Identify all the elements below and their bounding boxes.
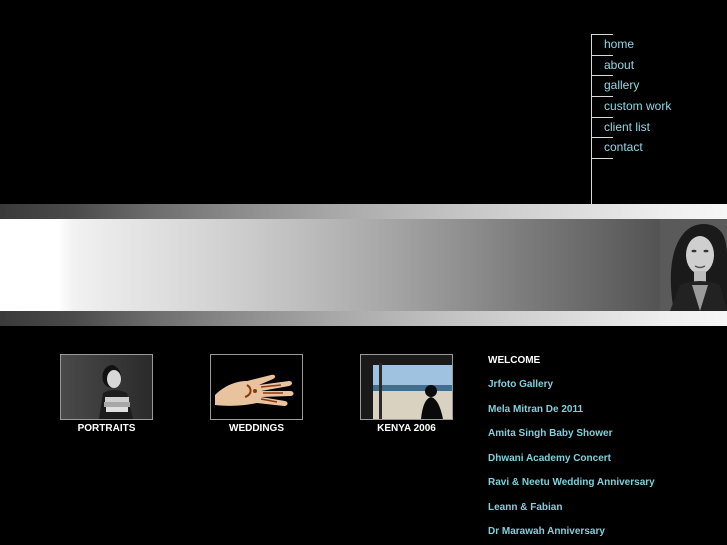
banner-gradient-band-bottom <box>0 311 727 326</box>
henna-hand-photo-icon <box>211 355 302 419</box>
news-list: Jrfoto Gallery Mela Mitran De 2011 Amita… <box>488 379 655 545</box>
menu-tick <box>591 34 613 35</box>
news-link-leann-fabian[interactable]: Leann & Fabian <box>488 502 655 527</box>
news-link-ravi-neetu-anniversary[interactable]: Ravi & Neetu Wedding Anniversary <box>488 477 655 502</box>
welcome-heading: WELCOME <box>488 355 541 366</box>
news-link-amita-singh-baby-shower[interactable]: Amita Singh Baby Shower <box>488 428 655 453</box>
nav-item-label[interactable]: custom work <box>604 99 671 113</box>
news-link-dr-marawah-anniversary[interactable]: Dr Marawah Anniversary <box>488 526 655 545</box>
nav-item-contact[interactable]: contact <box>591 137 727 157</box>
menu-tick <box>591 158 613 159</box>
menu-tick <box>591 75 613 76</box>
menu-tick <box>591 137 613 138</box>
nav-item-client-list[interactable]: client list <box>591 117 727 137</box>
portrait-photo-icon <box>61 355 152 419</box>
portraits-caption[interactable]: PORTRAITS <box>60 423 153 435</box>
kenya-2006-thumbnail[interactable] <box>360 354 453 420</box>
beach-photo-icon <box>361 355 452 419</box>
nav-item-gallery[interactable]: gallery <box>591 75 727 95</box>
menu-tick <box>591 55 613 56</box>
main-nav: home about gallery custom work client li… <box>591 34 727 204</box>
nav-item-label[interactable]: about <box>604 58 634 72</box>
nav-item-label[interactable]: gallery <box>604 78 639 92</box>
menu-tick <box>591 96 613 97</box>
weddings-thumbnail[interactable] <box>210 354 303 420</box>
news-link-dhwani-academy-concert[interactable]: Dhwani Academy Concert <box>488 453 655 478</box>
banner-gradient-band-top <box>0 204 727 219</box>
nav-item-home[interactable]: home <box>591 34 727 54</box>
nav-item-label[interactable]: contact <box>604 140 643 154</box>
nav-item-label[interactable]: home <box>604 37 634 51</box>
kenya-2006-caption[interactable]: KENYA 2006 <box>360 423 453 435</box>
nav-item-about[interactable]: about <box>591 55 727 75</box>
banner-gradient-band-middle <box>0 219 727 311</box>
banner-portrait-image <box>660 219 727 311</box>
nav-item-custom-work[interactable]: custom work <box>591 96 727 116</box>
nav-item-label[interactable]: client list <box>604 120 650 134</box>
header-banner <box>0 204 727 326</box>
news-link-jrfoto-gallery[interactable]: Jrfoto Gallery <box>488 379 655 404</box>
menu-tick <box>591 117 613 118</box>
portraits-thumbnail[interactable] <box>60 354 153 420</box>
weddings-caption[interactable]: WEDDINGS <box>210 423 303 435</box>
news-link-mela-mitran-de-2011[interactable]: Mela Mitran De 2011 <box>488 404 655 429</box>
